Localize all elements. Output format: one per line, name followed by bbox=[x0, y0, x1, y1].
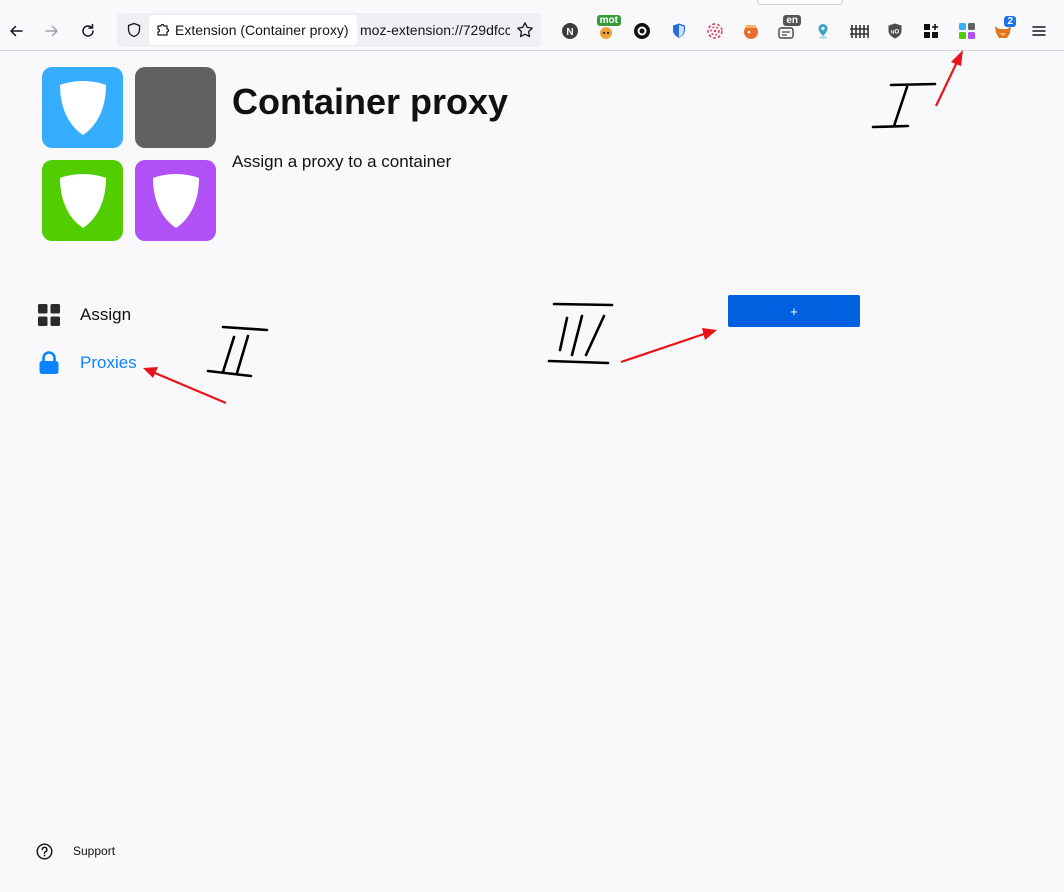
reload-icon bbox=[82, 23, 94, 37]
logo-tile-green bbox=[42, 160, 123, 241]
page-subtitle: Assign a proxy to a container bbox=[232, 152, 452, 171]
svg-text:N: N bbox=[566, 27, 573, 38]
mot-icon[interactable]: mot bbox=[590, 15, 622, 47]
tab-edge bbox=[757, 0, 843, 5]
star-icon bbox=[517, 22, 533, 38]
app-menu-button[interactable] bbox=[1023, 15, 1055, 47]
shield-icon bbox=[59, 80, 106, 135]
grid-icon bbox=[36, 302, 62, 328]
face-icon[interactable] bbox=[626, 15, 658, 47]
reload-button[interactable] bbox=[72, 15, 104, 47]
container-proxy-icon[interactable] bbox=[951, 15, 983, 47]
translate-icon[interactable]: en bbox=[771, 15, 803, 47]
sidebar-item-label: Proxies bbox=[80, 353, 137, 372]
shield-check-icon[interactable] bbox=[663, 15, 695, 47]
support-label: Support bbox=[73, 844, 116, 858]
back-arrow-icon bbox=[10, 25, 23, 37]
ublock-icon[interactable]: uO bbox=[879, 15, 911, 47]
location-pin-icon[interactable] bbox=[807, 15, 839, 47]
fox-badge: 2 bbox=[1004, 16, 1016, 27]
n-icon[interactable]: N bbox=[554, 15, 586, 47]
url-bar[interactable]: Extension (Container proxy) moz-extensio… bbox=[117, 13, 541, 47]
help-circle-icon bbox=[36, 842, 53, 860]
sidebar-item-assign[interactable]: Assign bbox=[36, 300, 131, 330]
options-page: Container proxy Assign a proxy to a cont… bbox=[0, 51, 1064, 892]
mot-badge: mot bbox=[596, 15, 621, 26]
grid-add-icon[interactable] bbox=[915, 15, 947, 47]
fishbowl-icon[interactable] bbox=[735, 15, 767, 47]
sidebar-item-proxies[interactable]: Proxies bbox=[36, 348, 137, 378]
forward-arrow-icon bbox=[45, 25, 58, 37]
identity-box[interactable]: Extension (Container proxy) bbox=[149, 15, 357, 45]
logo-tile-purple bbox=[135, 160, 216, 241]
sidebar-item-label: Assign bbox=[80, 305, 132, 324]
tracking-shield-icon bbox=[127, 22, 141, 38]
lock-icon bbox=[36, 350, 62, 376]
tracking-protection-button[interactable] bbox=[119, 15, 149, 45]
back-button[interactable] bbox=[0, 15, 32, 47]
fox-icon[interactable]: 2 bbox=[987, 15, 1019, 47]
puzzle-piece-icon bbox=[157, 23, 170, 36]
hamburger-icon bbox=[1032, 26, 1046, 36]
svg-text:uO: uO bbox=[891, 30, 900, 36]
url-text[interactable]: moz-extension://729dfcc bbox=[360, 22, 510, 38]
shield-icon bbox=[152, 173, 199, 228]
forward-button[interactable] bbox=[36, 15, 68, 47]
logo-tile-gray bbox=[135, 67, 216, 148]
browser-toolbar: Extension (Container proxy) moz-extensio… bbox=[0, 0, 1064, 51]
fence-icon[interactable] bbox=[843, 15, 875, 47]
bookmark-star-button[interactable] bbox=[515, 20, 535, 40]
add-proxy-button[interactable]: + bbox=[728, 295, 860, 327]
translate-badge: en bbox=[783, 15, 801, 26]
support-link[interactable]: Support bbox=[36, 841, 115, 861]
shield-icon bbox=[59, 173, 106, 228]
fingerprint-icon[interactable] bbox=[699, 15, 731, 47]
page-title: Container proxy bbox=[232, 81, 509, 122]
identity-label: Extension (Container proxy) bbox=[175, 22, 349, 38]
logo-tile-blue bbox=[42, 67, 123, 148]
